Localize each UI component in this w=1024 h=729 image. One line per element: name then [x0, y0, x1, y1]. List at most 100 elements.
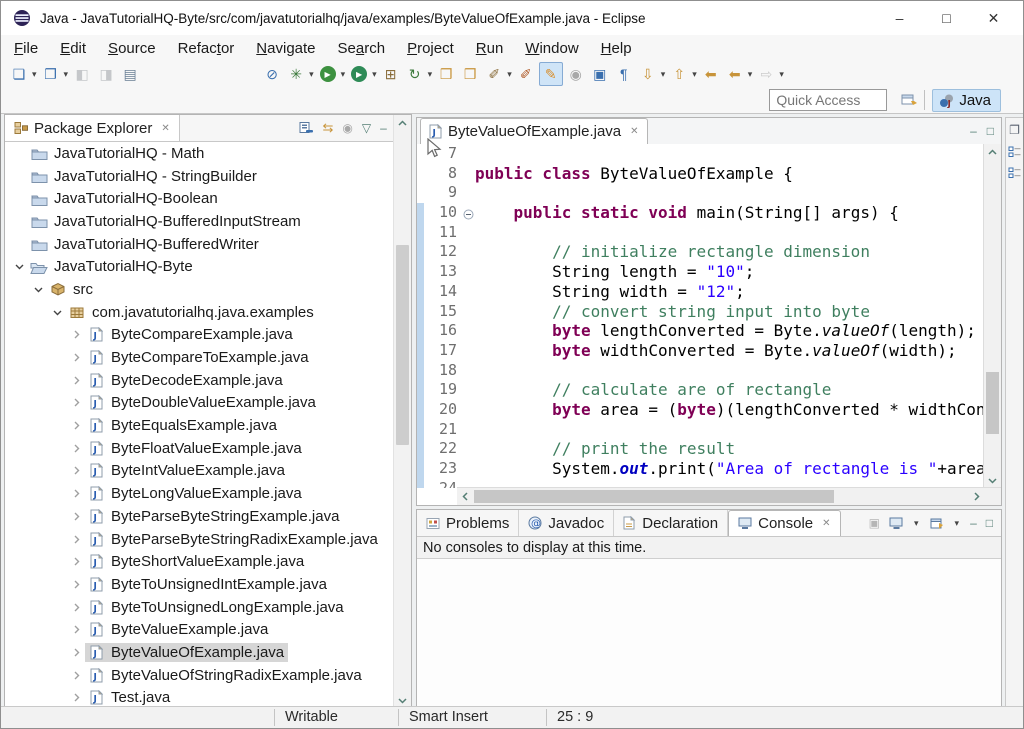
- chevron-right-icon[interactable]: [68, 648, 85, 657]
- mark-occurrences-button[interactable]: ✎: [539, 62, 563, 86]
- menu-help[interactable]: Help: [590, 37, 643, 60]
- code-line-20[interactable]: 20 byte area = (byte)(lengthConverted * …: [417, 400, 984, 420]
- code-line-12[interactable]: 12 // initialize rectangle dimension: [417, 242, 984, 262]
- last-edit-location-button[interactable]: ⬅: [700, 63, 722, 85]
- open-perspective-icon[interactable]: [901, 93, 917, 107]
- chevron-down-icon[interactable]: [11, 262, 28, 271]
- package-explorer-tab[interactable]: Package Explorer ✕: [5, 115, 180, 141]
- tree-item-bytelongvalueexample-java[interactable]: JByteLongValueExample.java: [5, 482, 411, 505]
- run-dropdown-icon[interactable]: ▾: [341, 69, 346, 80]
- chevron-right-icon[interactable]: [68, 625, 85, 634]
- tree-item-content[interactable]: JByteEqualsExample.java: [85, 416, 281, 435]
- code-line-13[interactable]: 13 String length = "10";: [417, 262, 984, 282]
- tree-item-content[interactable]: JavaTutorialHQ - StringBuilder: [28, 167, 261, 186]
- tree-item-bytevalueofstringradixexample-java[interactable]: JByteValueOfStringRadixExample.java: [5, 664, 411, 687]
- tree-item-content[interactable]: JByteFloatValueExample.java: [85, 439, 306, 458]
- tree-item-byteintvalueexample-java[interactable]: JByteIntValueExample.java: [5, 460, 411, 483]
- chevron-down-icon[interactable]: [49, 308, 66, 317]
- menu-navigate[interactable]: Navigate: [245, 37, 326, 60]
- tree-item-content[interactable]: JavaTutorialHQ-Byte: [28, 257, 197, 276]
- scrollbar-thumb[interactable]: [474, 490, 834, 503]
- menu-search[interactable]: Search: [327, 37, 397, 60]
- code-line-16[interactable]: 16 byte lengthConverted = Byte.valueOf(l…: [417, 321, 984, 341]
- code-line-18[interactable]: 18: [417, 361, 984, 381]
- skip-all-breakpoints-button[interactable]: ⊘: [261, 63, 283, 85]
- pin-console-icon[interactable]: ▣: [869, 516, 880, 530]
- view-menu-chevron-icon[interactable]: ▽: [362, 122, 371, 134]
- code-line-10[interactable]: 10 public static void main(String[] args…: [417, 203, 984, 223]
- open-console-icon[interactable]: [930, 517, 945, 530]
- tree-item-content[interactable]: JByteParseByteStringRadixExample.java: [85, 530, 382, 549]
- chevron-right-icon[interactable]: [68, 398, 85, 407]
- tree-item-bytetounsignedintexample-java[interactable]: JByteToUnsignedIntExample.java: [5, 573, 411, 596]
- tree-item-javatutorialhq-boolean[interactable]: JavaTutorialHQ-Boolean: [5, 187, 411, 210]
- menu-run[interactable]: Run: [465, 37, 515, 60]
- link-with-editor-icon[interactable]: ⇆: [322, 120, 333, 136]
- next-annotation-button[interactable]: ⇩: [637, 63, 659, 85]
- tree-item-bytecomparetoexample-java[interactable]: JByteCompareToExample.java: [5, 346, 411, 369]
- minimize-view-icon[interactable]: ‒: [380, 122, 387, 134]
- chevron-down-icon[interactable]: ▾: [955, 518, 960, 529]
- java-perspective-button[interactable]: J Java: [932, 89, 1001, 112]
- tree-item-bytevalueexample-java[interactable]: JByteValueExample.java: [5, 618, 411, 641]
- code-area[interactable]: 78public class ByteValueOfExample {910 p…: [417, 144, 1001, 488]
- run-external-tools-button[interactable]: ▶: [348, 63, 370, 85]
- tree-item-byteshortvalueexample-java[interactable]: JByteShortValueExample.java: [5, 550, 411, 573]
- code-line-21[interactable]: 21: [417, 420, 984, 440]
- open-type-button[interactable]: ❒: [435, 63, 457, 85]
- tree-item-content[interactable]: JByteCompareExample.java: [85, 325, 297, 344]
- tree-item-content[interactable]: JByteParseByteStringExample.java: [85, 507, 343, 526]
- tree-item-content[interactable]: JavaTutorialHQ-Boolean: [28, 189, 222, 208]
- chevron-right-icon[interactable]: [68, 603, 85, 612]
- menu-window[interactable]: Window: [514, 37, 589, 60]
- code-line-15[interactable]: 15 // convert string input into byte: [417, 302, 984, 322]
- console-tab-console[interactable]: Console✕: [728, 510, 840, 536]
- scrollbar-thumb[interactable]: [986, 372, 999, 434]
- chevron-right-icon[interactable]: [68, 557, 85, 566]
- scroll-up-icon[interactable]: [984, 144, 1001, 160]
- code-line-7[interactable]: 7: [417, 144, 984, 164]
- chevron-right-icon[interactable]: [68, 580, 85, 589]
- debug-dropdown-icon[interactable]: ▾: [309, 69, 314, 80]
- chevron-right-icon[interactable]: [68, 353, 85, 362]
- show-selected-element-button[interactable]: ◉: [565, 63, 587, 85]
- tree-item-content[interactable]: JavaTutorialHQ - Math: [28, 144, 208, 163]
- tree-item-bytevalueofexample-java[interactable]: JByteValueOfExample.java: [5, 641, 411, 664]
- tree-item-content[interactable]: src: [47, 280, 97, 299]
- close-editor-icon[interactable]: ✕: [630, 126, 638, 137]
- new-wizard-dropdown-icon[interactable]: ▾: [32, 69, 37, 80]
- tree-item-bytetounsignedlongexample-java[interactable]: JByteToUnsignedLongExample.java: [5, 596, 411, 619]
- search-file-button[interactable]: ✐: [515, 63, 537, 85]
- display-selected-console-icon[interactable]: [889, 517, 904, 530]
- forward-dropdown-icon[interactable]: ▾: [779, 69, 784, 80]
- close-view-icon[interactable]: ✕: [161, 123, 169, 134]
- save-button[interactable]: ◧: [71, 63, 93, 85]
- minimize-button[interactable]: –: [876, 1, 923, 35]
- back-dropdown-icon[interactable]: ▾: [748, 69, 753, 80]
- package-explorer-scrollbar[interactable]: [393, 115, 411, 708]
- previous-annotation-dropdown-icon[interactable]: ▾: [692, 69, 697, 80]
- close-view-icon[interactable]: ✕: [822, 518, 830, 529]
- chevron-down-icon[interactable]: ▾: [914, 518, 919, 529]
- chevron-right-icon[interactable]: [68, 444, 85, 453]
- show-whitespace-button[interactable]: ¶: [613, 63, 635, 85]
- chevron-right-icon[interactable]: [68, 466, 85, 475]
- minimize-view-icon[interactable]: ‒: [970, 517, 977, 529]
- new-wizard-button[interactable]: ❏: [8, 63, 30, 85]
- update-project-dropdown-icon[interactable]: ▾: [428, 69, 433, 80]
- scrollbar-thumb[interactable]: [396, 245, 409, 445]
- new-java-project-dropdown-icon[interactable]: ▾: [64, 69, 69, 80]
- previous-annotation-button[interactable]: ⇧: [668, 63, 690, 85]
- code-line-23[interactable]: 23 System.out.print("Area of rectangle i…: [417, 459, 984, 479]
- tree-item-content[interactable]: JTest.java: [85, 688, 174, 707]
- outline-view-icon[interactable]: [1008, 146, 1021, 158]
- tree-item-com-javatutorialhq-java-examples[interactable]: com.javatutorialhq.java.examples: [5, 301, 411, 324]
- menu-file[interactable]: File: [3, 37, 49, 60]
- tree-item-content[interactable]: JByteLongValueExample.java: [85, 484, 306, 503]
- scroll-up-icon[interactable]: [394, 115, 411, 131]
- tree-item-content[interactable]: JByteDecodeExample.java: [85, 371, 287, 390]
- scroll-left-icon[interactable]: [457, 488, 473, 505]
- new-java-ee-resource-button[interactable]: ⊞: [380, 63, 402, 85]
- tree-item-src[interactable]: src: [5, 278, 411, 301]
- tree-item-content[interactable]: JavaTutorialHQ-BufferedInputStream: [28, 212, 305, 231]
